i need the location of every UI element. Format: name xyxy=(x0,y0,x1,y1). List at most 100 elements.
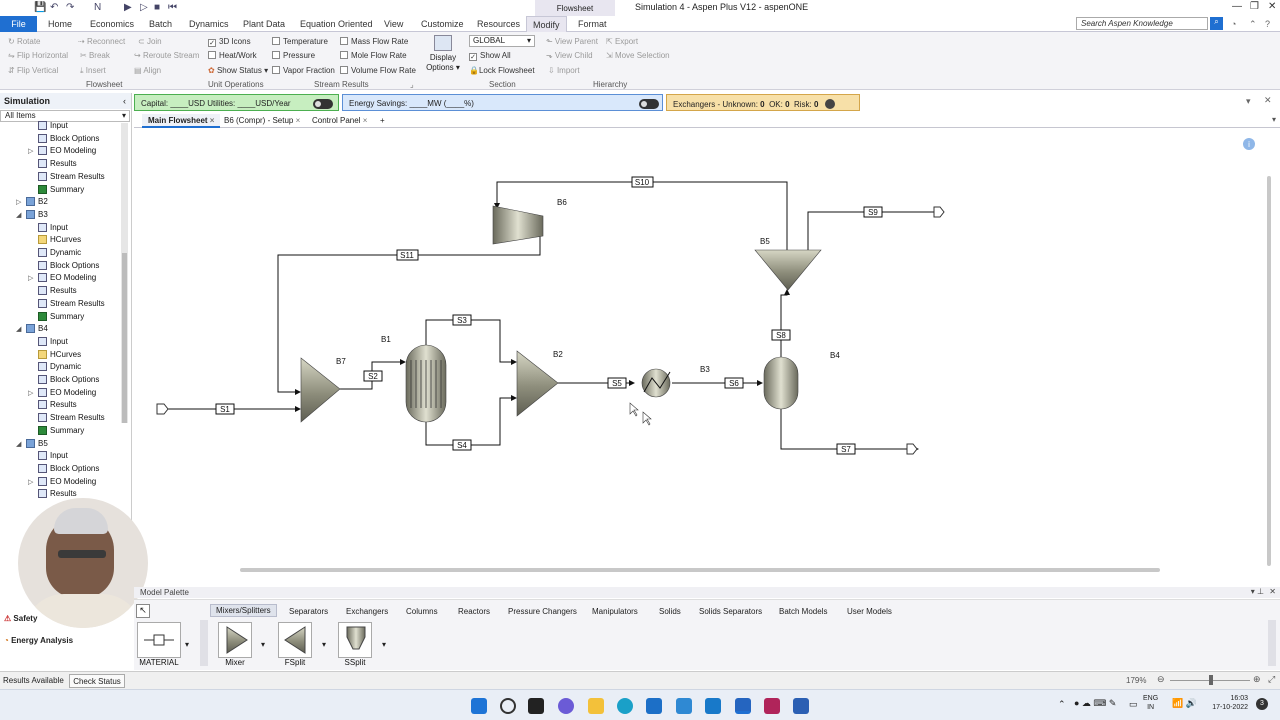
zoom-in-icon[interactable]: ⊕ xyxy=(1253,674,1261,685)
flowsheet-diagram[interactable]: B7 B1 B2 B3 B4 B5 B6 S1 S2 S3 S4 S5 S6 S… xyxy=(134,129,1272,574)
aspen-plus-icon[interactable] xyxy=(735,698,751,714)
stream-label-s3[interactable]: S3 xyxy=(457,316,467,325)
menu-view[interactable]: View xyxy=(384,19,403,29)
palette-tab-solids[interactable]: Solids xyxy=(659,607,681,616)
3d-icons-checkbox[interactable]: ✓ 3D Icons xyxy=(208,37,251,47)
save-icon[interactable]: 💾 xyxy=(34,2,46,13)
tree-item[interactable]: Input xyxy=(38,336,68,346)
tree-item[interactable]: Dynamic xyxy=(38,248,81,257)
tab-control-panel[interactable]: Control Panel × xyxy=(306,114,373,128)
collapse-icon[interactable]: ‹ xyxy=(123,96,126,106)
tree-expander-icon[interactable]: ◢ xyxy=(16,211,21,219)
stream-label-s6[interactable]: S6 xyxy=(729,379,739,388)
tree-item[interactable]: Stream Results xyxy=(38,413,105,423)
tab-b6-setup[interactable]: B6 (Compr) - Setup × xyxy=(218,114,306,128)
menu-resources[interactable]: Resources xyxy=(477,19,520,29)
menu-economics[interactable]: Economics xyxy=(90,19,134,29)
palette-close-icon[interactable]: ✕ xyxy=(1269,587,1276,596)
pointer-tool-icon[interactable]: ↖ xyxy=(136,604,150,618)
ribbon-minimize-icon[interactable]: ⌃ xyxy=(1249,19,1257,30)
mass-flow-checkbox[interactable]: Mass Flow Rate xyxy=(340,37,408,46)
volume-flow-checkbox[interactable]: Volume Flow Rate xyxy=(340,66,416,75)
join-button[interactable]: ⊂ Join xyxy=(138,37,162,46)
lock-flowsheet-button[interactable]: 🔒Lock Flowsheet xyxy=(469,66,535,75)
reset-icon[interactable]: ⏮ xyxy=(168,2,177,13)
close-icon[interactable]: ✕ xyxy=(1268,1,1276,12)
heat-work-checkbox[interactable]: Heat/Work xyxy=(208,51,257,60)
stream-label-s10[interactable]: S10 xyxy=(635,178,650,187)
task-view-icon[interactable] xyxy=(528,698,544,714)
palette-tab-batch-models[interactable]: Batch Models xyxy=(779,607,827,616)
break-button[interactable]: ✂ Break xyxy=(80,51,110,60)
edge-browser-icon[interactable] xyxy=(617,698,633,714)
export-button[interactable]: ⇱ Export xyxy=(606,37,638,46)
tree-item[interactable]: Results xyxy=(38,489,77,499)
tree-item[interactable]: EO Modeling xyxy=(38,273,96,283)
network-volume-icon[interactable]: 📶 🔊 xyxy=(1172,698,1197,709)
menu-dynamics[interactable]: Dynamics xyxy=(189,19,229,29)
tree-item[interactable]: EO Modeling xyxy=(38,476,96,486)
exchanger-gear-icon[interactable] xyxy=(824,99,835,109)
canvas-horizontal-scrollbar[interactable] xyxy=(240,568,1160,572)
stop-icon[interactable]: ■ xyxy=(154,2,160,13)
tray-overflow-icon[interactable]: ⌃ xyxy=(1058,699,1066,710)
exchangers-status-bar[interactable]: Exchangers - Unknown: 0 OK: 0 Risk: 0 xyxy=(666,94,860,111)
stream-label-s2[interactable]: S2 xyxy=(368,372,378,381)
tree-item[interactable]: Results xyxy=(38,286,77,296)
palette-tab-reactors[interactable]: Reactors xyxy=(458,607,490,616)
tree-item[interactable]: HCurves xyxy=(38,235,81,245)
stream-label-s5[interactable]: S5 xyxy=(612,379,622,388)
menu-batch[interactable]: Batch xyxy=(149,19,172,29)
tree-item[interactable]: Dynamic xyxy=(38,362,81,372)
new-tab-button[interactable]: + xyxy=(374,114,391,128)
stream-label-s4[interactable]: S4 xyxy=(457,441,467,450)
tree-item[interactable]: B2 xyxy=(26,197,48,207)
menu-modify[interactable]: Modify xyxy=(526,16,567,32)
mole-flow-checkbox[interactable]: Mole Flow Rate xyxy=(340,51,407,60)
tree-item[interactable]: Block Options xyxy=(38,375,99,384)
stream-label-s11[interactable]: S11 xyxy=(400,251,414,260)
tree-scrollbar-thumb[interactable] xyxy=(122,253,127,423)
clock[interactable]: 16:03 17-10-2022 xyxy=(1212,694,1248,712)
tree-item[interactable]: Summary xyxy=(38,311,84,321)
maximize-icon[interactable]: ❐ xyxy=(1250,1,1259,12)
zoom-out-icon[interactable]: ⊖ xyxy=(1157,674,1165,685)
info-icon[interactable]: i xyxy=(1243,138,1255,150)
panel-dropdown-icon[interactable]: ▾ xyxy=(1246,96,1251,107)
tree-item[interactable]: Summary xyxy=(38,184,84,194)
vapor-fraction-checkbox[interactable]: Vapor Fraction xyxy=(272,66,335,75)
palette-tab-user-models[interactable]: User Models xyxy=(847,607,892,616)
align-button[interactable]: ▤ Align xyxy=(134,66,161,75)
zoom-fit-icon[interactable]: ⤢ xyxy=(1268,674,1275,685)
palette-scroll-right[interactable] xyxy=(1268,620,1276,666)
tree-expander-icon[interactable]: ▷ xyxy=(28,274,33,282)
palette-tab-mixers-splitters[interactable]: Mixers/Splitters xyxy=(210,604,277,617)
help-question-icon[interactable]: ? xyxy=(1265,19,1270,29)
palette-tab-separators[interactable]: Separators xyxy=(289,607,328,616)
next-icon[interactable]: N xyxy=(94,2,101,13)
menu-customize[interactable]: Customize xyxy=(421,19,464,29)
language-indicator[interactable]: ENG IN xyxy=(1143,694,1158,712)
rotate-button[interactable]: ↻ Rotate xyxy=(8,37,41,46)
energy-analysis-button[interactable]: ◔ Energy Analysis xyxy=(4,636,73,645)
material-dropdown-icon[interactable]: ▾ xyxy=(185,640,189,649)
tray-apps-icon[interactable]: ● ☁ ⌨ ✎ xyxy=(1074,698,1116,709)
temperature-checkbox[interactable]: Temperature xyxy=(272,37,328,46)
minimize-icon[interactable]: — xyxy=(1232,1,1242,12)
menu-format[interactable]: Format xyxy=(578,19,607,29)
import-button[interactable]: ⇩ Import xyxy=(548,66,580,75)
reroute-stream-button[interactable]: ↪ Reroute Stream xyxy=(134,51,199,60)
tree-item[interactable]: Stream Results xyxy=(38,171,105,181)
display-options-button[interactable]: Display Options ▾ xyxy=(426,35,460,73)
run-icon[interactable]: ▶ xyxy=(124,2,132,13)
chat-icon[interactable] xyxy=(558,698,574,714)
stream-label-s9[interactable]: S9 xyxy=(868,208,878,217)
tree-item[interactable]: Block Options xyxy=(38,133,99,143)
view-child-button[interactable]: ⬎ View Child xyxy=(546,51,593,60)
palette-tab-manipulators[interactable]: Manipulators xyxy=(592,607,638,616)
tree-item[interactable]: Stream Results xyxy=(38,298,105,308)
energy-toggle[interactable] xyxy=(639,99,659,109)
canvas-vertical-scrollbar[interactable] xyxy=(1267,176,1271,566)
tabs-dropdown-icon[interactable]: ▾ xyxy=(1272,115,1276,124)
word-icon[interactable] xyxy=(793,698,809,714)
